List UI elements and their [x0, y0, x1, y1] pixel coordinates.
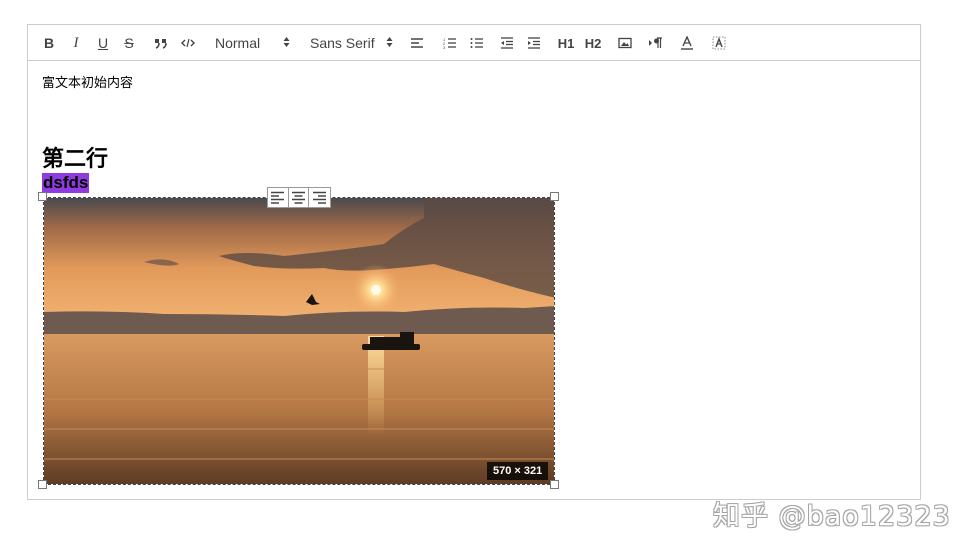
italic-icon: I: [73, 34, 79, 51]
blockquote-button[interactable]: [152, 33, 170, 53]
paragraph-text: 富文本初始内容: [42, 76, 134, 91]
header1-button[interactable]: H1: [556, 33, 576, 53]
underline-button[interactable]: U: [94, 33, 112, 53]
header-picker[interactable]: Normal: [215, 33, 293, 53]
align-left-icon: [411, 38, 423, 48]
align-button[interactable]: [408, 33, 426, 53]
underline-icon: U: [97, 35, 109, 51]
header2-icon: H2: [584, 35, 602, 51]
background-color-button[interactable]: [710, 33, 728, 53]
ordered-list-icon: 1 2 3: [443, 37, 456, 49]
align-right-icon: [313, 191, 327, 204]
image-align-toolbar: [267, 187, 331, 208]
watermark-text: 知乎 @bao12323: [713, 501, 951, 532]
sunset-image[interactable]: [43, 197, 555, 485]
resize-handle-bottom-right[interactable]: [550, 480, 559, 489]
outdent-icon: [501, 37, 513, 49]
bold-icon: B: [43, 35, 55, 51]
header-picker-value: Normal: [215, 35, 261, 51]
resize-handle-top-left[interactable]: [38, 192, 47, 201]
font-picker[interactable]: Sans Serif: [310, 33, 396, 53]
align-left-icon: [271, 191, 285, 204]
svg-text:3: 3: [443, 45, 446, 49]
heading-text: 第二行: [42, 147, 109, 172]
rich-text-editor: B I U S Normal Sans Serif 1 2 3 H1 H2 富文…: [27, 24, 921, 500]
header1-icon: H1: [557, 35, 575, 51]
editor-toolbar: B I U S Normal Sans Serif 1 2 3 H1 H2: [27, 24, 921, 61]
selected-text: dsfds: [42, 173, 90, 193]
code-icon: [181, 38, 195, 48]
outdent-button[interactable]: [498, 33, 516, 53]
image-size-badge: 570 × 321: [487, 462, 549, 480]
rtl-direction-icon: [649, 37, 662, 48]
bullet-list-icon: [470, 38, 483, 48]
image-align-right-button[interactable]: [309, 188, 330, 207]
font-picker-value: Sans Serif: [310, 35, 375, 51]
bullet-list-button[interactable]: [468, 33, 486, 53]
bold-button[interactable]: B: [40, 33, 58, 53]
direction-button[interactable]: [647, 33, 665, 53]
editor-content[interactable]: 富文本初始内容 第二行 dsfds 570 × 321: [27, 61, 921, 500]
chevron-updown-icon: [386, 37, 393, 47]
strike-icon: S: [124, 35, 134, 51]
indent-button[interactable]: [525, 33, 543, 53]
code-block-button[interactable]: [179, 33, 197, 53]
resize-handle-bottom-left[interactable]: [38, 480, 47, 489]
header2-button[interactable]: H2: [583, 33, 603, 53]
blockquote-icon: [155, 39, 167, 49]
background-color-icon: [712, 36, 726, 50]
sunset-photo: [44, 198, 554, 484]
image-align-left-button[interactable]: [268, 188, 289, 207]
image-icon: [618, 37, 632, 49]
text-color-icon: [681, 36, 693, 50]
resize-handle-top-right[interactable]: [550, 192, 559, 201]
italic-button[interactable]: I: [67, 33, 85, 53]
indent-icon: [528, 37, 540, 49]
ordered-list-button[interactable]: 1 2 3: [441, 33, 459, 53]
strike-button[interactable]: S: [120, 33, 138, 53]
image-align-center-button[interactable]: [289, 188, 310, 207]
image-button[interactable]: [616, 33, 634, 53]
align-center-icon: [292, 191, 305, 204]
text-color-button[interactable]: [678, 33, 696, 53]
chevron-updown-icon: [283, 37, 290, 47]
